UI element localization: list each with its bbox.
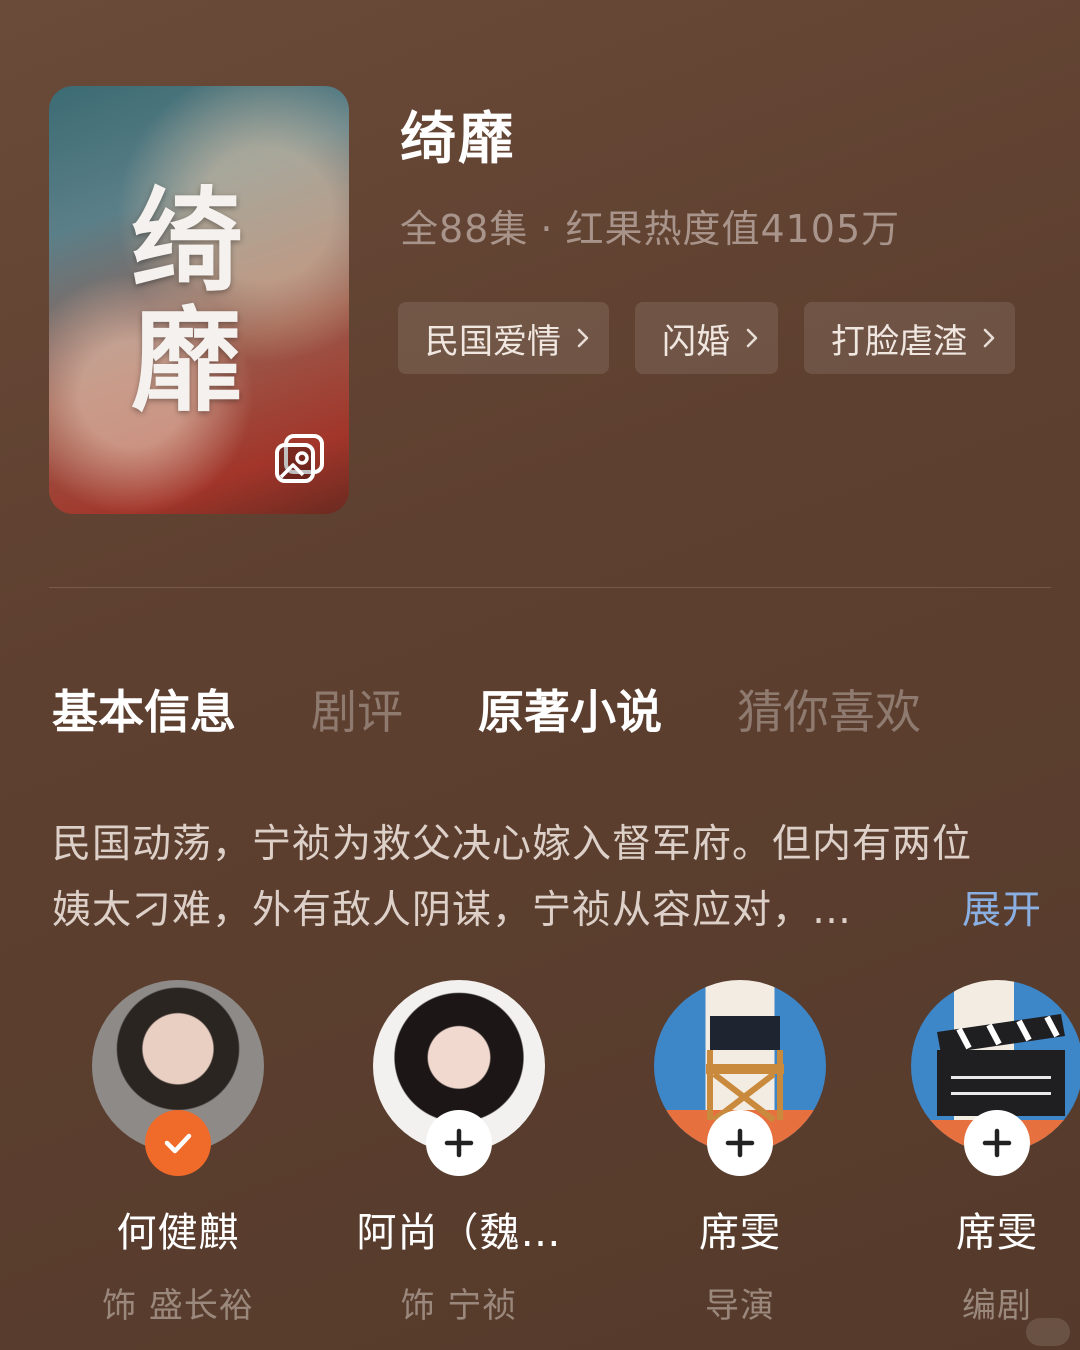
- plus-icon: [444, 1128, 474, 1158]
- tab-basic-info[interactable]: 基本信息: [52, 676, 236, 742]
- cast-member[interactable]: 席雯 导演: [610, 980, 870, 1320]
- tab-recommendations[interactable]: 猜你喜欢: [737, 676, 921, 742]
- cast-name: 阿尚（魏…: [356, 1210, 562, 1256]
- cast-name: 席雯: [699, 1210, 781, 1256]
- drama-title: 绮靡: [400, 107, 516, 172]
- cast-role: 饰 宁祯: [400, 1286, 518, 1320]
- cast-member[interactable]: 何健麒 饰 盛长裕: [48, 980, 308, 1320]
- cast-member[interactable]: 阿尚（魏… 饰 宁祯: [329, 980, 589, 1320]
- chevron-right-icon: [746, 328, 758, 348]
- tag-chip[interactable]: 民国爱情: [398, 302, 609, 374]
- poster-title-calligraphy: 绮靡: [131, 176, 243, 427]
- chevron-right-icon: [983, 328, 995, 348]
- expand-link[interactable]: 展开: [962, 878, 1042, 944]
- cast-list: 何健麒 饰 盛长裕 阿尚（魏… 饰 宁祯 席雯 导演 席雯 编剧: [0, 980, 1080, 1320]
- plus-icon: [982, 1128, 1012, 1158]
- follow-button[interactable]: [707, 1110, 773, 1176]
- meta-separator: ·: [540, 207, 554, 251]
- cast-role: 编剧: [962, 1286, 1032, 1320]
- check-icon: [164, 1133, 192, 1154]
- drama-poster[interactable]: 绮靡: [49, 86, 349, 514]
- cast-member[interactable]: 席雯 编剧: [867, 980, 1080, 1320]
- episode-count: 全88集: [400, 207, 529, 251]
- tab-bar: 基本信息 剧评 原著小说 猜你喜欢: [52, 676, 921, 742]
- section-divider: [49, 587, 1051, 588]
- chevron-right-icon: [577, 328, 589, 348]
- tag-chip[interactable]: 闪婚: [635, 302, 778, 374]
- tag-chip[interactable]: 打脸虐渣: [804, 302, 1015, 374]
- tag-label: 民国爱情: [425, 321, 561, 362]
- synopsis-line: 民国动荡，宁祯为救父决心嫁入督军府。但内有两位: [52, 822, 973, 867]
- cast-role: 导演: [705, 1286, 775, 1320]
- tag-label: 打脸虐渣: [831, 321, 967, 362]
- gallery-icon[interactable]: [273, 432, 327, 486]
- synopsis: 民国动荡，宁祯为救父决心嫁入督军府。但内有两位 姨太刁难，外有敌人阴谋，宁祯从容…: [52, 812, 1042, 944]
- cast-name: 席雯: [956, 1210, 1038, 1256]
- followed-badge[interactable]: [145, 1110, 211, 1176]
- heat-value: 红果热度值4105万: [565, 207, 901, 251]
- tag-list: 民国爱情 闪婚 打脸虐渣: [398, 302, 1015, 374]
- tab-reviews[interactable]: 剧评: [311, 676, 403, 742]
- corner-indicator: [1026, 1318, 1070, 1346]
- cast-name: 何健麒: [116, 1210, 240, 1256]
- synopsis-line-row: 姨太刁难，外有敌人阴谋，宁祯从容应对，… 展开: [52, 878, 1042, 944]
- cast-role: 饰 盛长裕: [102, 1286, 254, 1320]
- tab-original-novel[interactable]: 原著小说: [478, 676, 662, 742]
- follow-button[interactable]: [426, 1110, 492, 1176]
- plus-icon: [725, 1128, 755, 1158]
- synopsis-line: 姨太刁难，外有敌人阴谋，宁祯从容应对，…: [52, 888, 853, 933]
- drama-meta: 全88集 · 红果热度值4105万: [400, 198, 900, 253]
- follow-button[interactable]: [964, 1110, 1030, 1176]
- tag-label: 闪婚: [662, 321, 730, 362]
